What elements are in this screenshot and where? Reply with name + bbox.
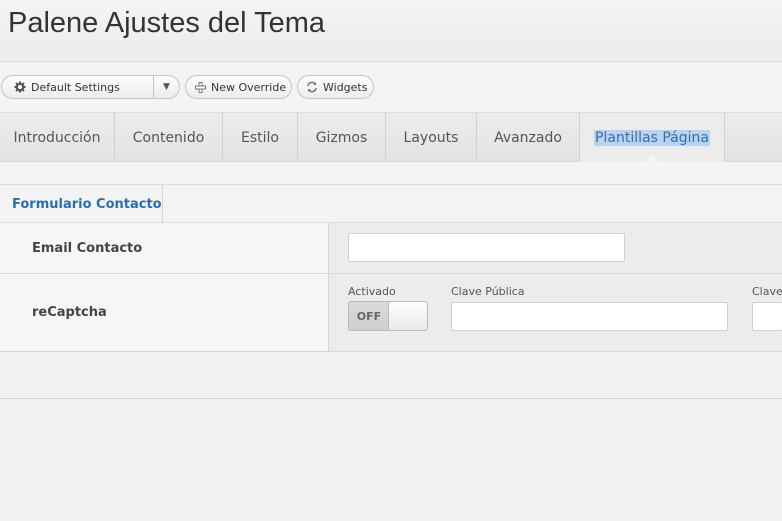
tab-label: Avanzado: [494, 129, 562, 146]
subtab-formulario-contacto[interactable]: Formulario Contacto: [0, 185, 163, 223]
page-title: Palene Ajustes del Tema: [8, 7, 326, 39]
tab-layouts[interactable]: Layouts: [386, 113, 477, 162]
tab-label: Plantillas Página: [594, 129, 710, 146]
toolbar: Default Settings ▼ New Override Widgets: [0, 63, 782, 113]
settings-select[interactable]: Default Settings ▼: [1, 75, 180, 99]
tab-label: Gizmos: [315, 129, 368, 146]
settings-select-label: Default Settings: [31, 80, 120, 94]
recaptcha-toggle[interactable]: OFF: [348, 301, 428, 331]
activado-label: Activado: [348, 285, 396, 298]
form-footer: [0, 352, 782, 399]
email-field-area: [329, 223, 782, 273]
plus-icon: [194, 81, 206, 93]
tab-label: Introducción: [13, 129, 101, 146]
recaptcha-label: reCaptcha: [0, 274, 329, 351]
toggle-knob[interactable]: [388, 302, 427, 330]
email-label: Email Contacto: [0, 223, 329, 273]
new-override-label: New Override: [211, 80, 287, 94]
tab-label: Contenido: [132, 129, 205, 146]
subtab-label: Formulario Contacto: [12, 196, 162, 212]
active-tab-indicator: [645, 155, 659, 162]
tab-introduccion[interactable]: Introducción: [0, 113, 115, 162]
refresh-icon: [306, 81, 318, 93]
sub-tabs: Formulario Contacto: [0, 185, 782, 223]
chevron-down-icon[interactable]: ▼: [153, 76, 179, 98]
page-background: [0, 399, 782, 521]
clave-publica-input[interactable]: [451, 302, 728, 331]
clave-privada-label: Clave: [752, 285, 782, 298]
tab-estilo[interactable]: Estilo: [223, 113, 298, 162]
email-contacto-input[interactable]: [348, 233, 625, 262]
recaptcha-field-area: Activado OFF Clave Pública Clave: [329, 274, 782, 351]
recaptcha-row: reCaptcha Activado OFF Clave Pública Cla…: [0, 274, 782, 352]
gear-icon: [14, 81, 26, 93]
sub-band: [0, 162, 782, 185]
toggle-off-label: OFF: [349, 302, 389, 330]
tab-label: Layouts: [403, 129, 459, 146]
tab-avanzado[interactable]: Avanzado: [477, 113, 580, 162]
widgets-button[interactable]: Widgets: [297, 75, 374, 99]
main-tabs: Introducción Contenido Estilo Gizmos Lay…: [0, 113, 782, 162]
email-row: Email Contacto: [0, 223, 782, 274]
widgets-label: Widgets: [323, 80, 368, 94]
tab-gizmos[interactable]: Gizmos: [298, 113, 386, 162]
new-override-button[interactable]: New Override: [185, 75, 292, 99]
tab-label: Estilo: [241, 129, 279, 146]
clave-privada-input[interactable]: [752, 302, 782, 331]
tab-contenido[interactable]: Contenido: [115, 113, 223, 162]
clave-publica-label: Clave Pública: [451, 285, 525, 298]
